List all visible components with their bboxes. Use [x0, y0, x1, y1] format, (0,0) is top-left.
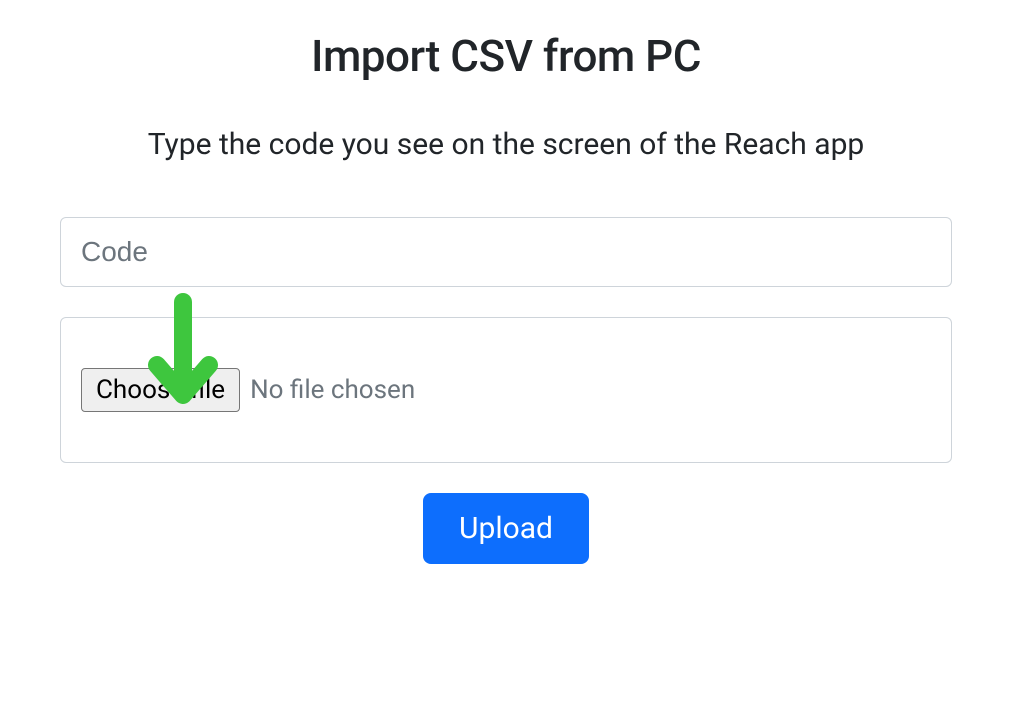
page-title: Import CSV from PC	[60, 30, 952, 82]
file-status-text: No file chosen	[250, 375, 415, 405]
code-input[interactable]	[60, 217, 952, 287]
upload-button[interactable]: Upload	[423, 493, 589, 564]
choose-file-button[interactable]: Choose file	[81, 368, 240, 412]
instruction-text: Type the code you see on the screen of t…	[126, 122, 886, 167]
file-upload-box: Choose file No file chosen	[60, 317, 952, 463]
